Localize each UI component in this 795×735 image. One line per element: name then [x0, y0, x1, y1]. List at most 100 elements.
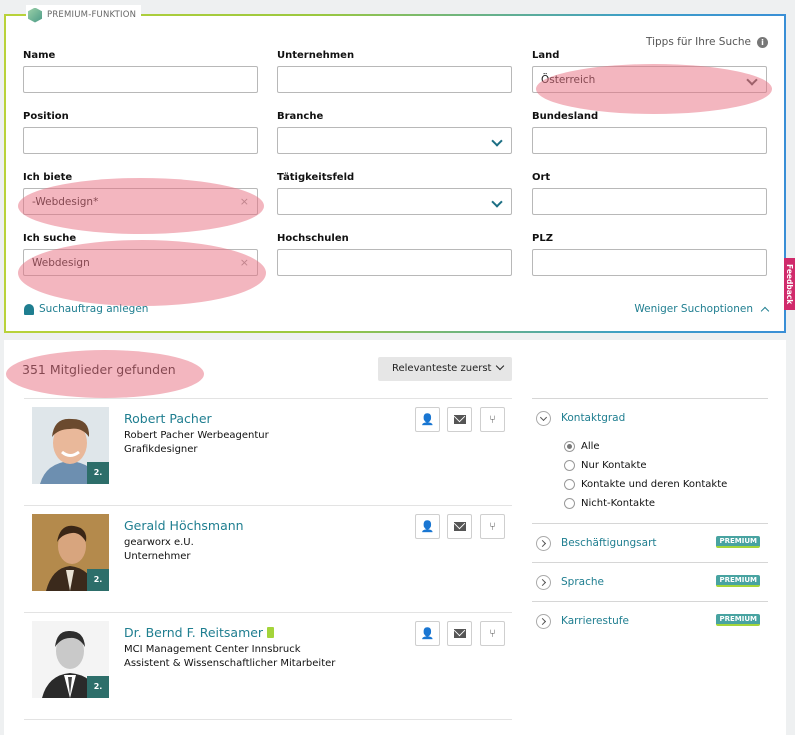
chevron-right-icon: [536, 574, 551, 590]
share-network-icon: ⑂: [489, 413, 496, 426]
radio-button[interactable]: [564, 479, 575, 490]
field-plz: PLZ: [532, 233, 767, 276]
field-hochschulen-label: Hochschulen: [277, 233, 349, 244]
hochschulen-input[interactable]: [277, 249, 512, 276]
radio-option-nur-kontakte[interactable]: Nur Kontakte: [564, 456, 768, 475]
member-role: Grafikdesigner: [124, 444, 198, 455]
filter-karrierestufe: Karrierestufe PREMIUM: [532, 601, 768, 640]
field-taetigkeitsfeld: Tätigkeitsfeld: [277, 172, 512, 215]
chevron-right-icon: [536, 535, 551, 551]
send-message-button[interactable]: [447, 621, 472, 646]
chevron-down-icon: [491, 196, 503, 208]
premium-badge: PREMIUM: [716, 536, 760, 548]
field-unternehmen-label: Unternehmen: [277, 50, 355, 61]
member-role: Assistent & Wissenschaftlicher Mitarbeit…: [124, 658, 336, 669]
clear-icon[interactable]: ×: [240, 250, 249, 276]
member-card: 2. Gerald Höchsmann gearworx e.U. Untern…: [24, 505, 512, 611]
connection-path-button[interactable]: ⑂: [480, 621, 505, 646]
radio-button[interactable]: [564, 498, 575, 509]
field-land: Land Österreich: [532, 50, 767, 93]
fewer-options-link[interactable]: Weniger Suchoptionen: [634, 303, 770, 315]
field-bundesland: Bundesland: [532, 111, 767, 154]
clear-icon[interactable]: ×: [240, 189, 249, 215]
name-input[interactable]: [23, 66, 258, 93]
results-panel: 351 Mitglieder gefunden Relevanteste zue…: [4, 340, 786, 735]
add-contact-icon: 👤: [420, 627, 435, 640]
connection-path-button[interactable]: ⑂: [480, 407, 505, 432]
add-contact-button[interactable]: 👤: [415, 407, 440, 432]
chevron-down-icon: [536, 410, 551, 426]
avatar[interactable]: 2.: [32, 621, 109, 698]
member-company: gearworx e.U.: [124, 537, 194, 548]
filter-sidebar: Kontaktgrad Alle Nur Kontakte Kontakte u…: [532, 398, 768, 640]
ort-input[interactable]: [532, 188, 767, 215]
radio-label: Kontakte und deren Kontakte: [581, 479, 728, 490]
ich-biete-value: -Webdesign*: [32, 196, 99, 208]
field-hochschulen: Hochschulen: [277, 233, 512, 276]
radio-button[interactable]: [564, 441, 575, 452]
ich-biete-input[interactable]: -Webdesign* ×: [23, 188, 258, 215]
info-icon: i: [757, 36, 768, 48]
field-land-label: Land: [532, 50, 560, 61]
feedback-tab[interactable]: Feedback: [784, 258, 795, 310]
field-ort: Ort: [532, 172, 767, 215]
member-company: Robert Pacher Werbeagentur: [124, 430, 269, 441]
premium-badge: PREMIUM: [716, 575, 760, 587]
filter-beschaeftigungsart-title: Beschäftigungsart: [561, 537, 657, 549]
radio-button[interactable]: [564, 460, 575, 471]
unternehmen-input[interactable]: [277, 66, 512, 93]
sort-dropdown[interactable]: Relevanteste zuerst: [378, 357, 512, 381]
taetigkeitsfeld-select[interactable]: [277, 188, 512, 215]
member-company: MCI Management Center Innsbruck: [124, 644, 301, 655]
kontaktgrad-options: Alle Nur Kontakte Kontakte und deren Kon…: [532, 437, 768, 523]
radio-option-alle[interactable]: Alle: [564, 437, 768, 456]
ich-suche-value: Webdesign: [32, 257, 90, 269]
connection-path-button[interactable]: ⑂: [480, 514, 505, 539]
save-search-link[interactable]: Suchauftrag anlegen: [24, 303, 148, 315]
field-position-label: Position: [23, 111, 69, 122]
filter-kontaktgrad-title: Kontaktgrad: [561, 412, 626, 424]
member-role: Unternehmer: [124, 551, 191, 562]
send-message-button[interactable]: [447, 514, 472, 539]
radio-label: Alle: [581, 441, 600, 452]
filter-kontaktgrad: Kontaktgrad Alle Nur Kontakte Kontakte u…: [532, 398, 768, 523]
add-contact-icon: 👤: [420, 413, 435, 426]
land-select-value: Österreich: [541, 74, 596, 86]
field-ich-biete-label: Ich biete: [23, 172, 73, 183]
avatar[interactable]: 2.: [32, 514, 109, 591]
avatar[interactable]: 2.: [32, 407, 109, 484]
member-name-link[interactable]: Dr. Bernd F. Reitsamer: [124, 625, 275, 640]
add-contact-button[interactable]: 👤: [415, 621, 440, 646]
mail-icon: [453, 415, 466, 424]
field-branche: Branche: [277, 111, 512, 154]
send-message-button[interactable]: [447, 407, 472, 432]
chevron-down-icon: [495, 361, 505, 371]
fewer-options-label: Weniger Suchoptionen: [634, 303, 753, 315]
add-contact-button[interactable]: 👤: [415, 514, 440, 539]
land-select[interactable]: Österreich: [532, 66, 767, 93]
position-input[interactable]: [23, 127, 258, 154]
radio-option-nicht-kontakte[interactable]: Nicht-Kontakte: [564, 494, 768, 513]
chevron-right-icon: [536, 613, 551, 629]
radio-option-kontakte-und-deren[interactable]: Kontakte und deren Kontakte: [564, 475, 768, 494]
field-name-label: Name: [23, 50, 56, 61]
ich-suche-input[interactable]: Webdesign ×: [23, 249, 258, 276]
field-name: Name: [23, 50, 258, 93]
member-name-link[interactable]: Robert Pacher: [124, 411, 212, 426]
branche-select[interactable]: [277, 127, 512, 154]
contact-degree-badge: 2.: [87, 569, 109, 591]
radio-label: Nicht-Kontakte: [581, 498, 656, 509]
field-position: Position: [23, 111, 258, 154]
premium-function-label: PREMIUM-FUNKTION: [47, 10, 137, 20]
bell-icon: [24, 303, 34, 315]
plz-input[interactable]: [532, 249, 767, 276]
member-name-link[interactable]: Gerald Höchsmann: [124, 518, 244, 533]
field-ich-suche: Ich suche Webdesign ×: [23, 233, 258, 276]
premium-badge: PREMIUM: [716, 614, 760, 626]
search-tips-link[interactable]: Tipps für Ihre Suche i: [646, 36, 768, 48]
filter-sprache: Sprache PREMIUM: [532, 562, 768, 601]
filter-beschaeftigungsart: Beschäftigungsart PREMIUM: [532, 523, 768, 562]
filter-kontaktgrad-toggle[interactable]: Kontaktgrad: [532, 399, 768, 437]
bundesland-input[interactable]: [532, 127, 767, 154]
premium-member-icon: [267, 627, 275, 638]
